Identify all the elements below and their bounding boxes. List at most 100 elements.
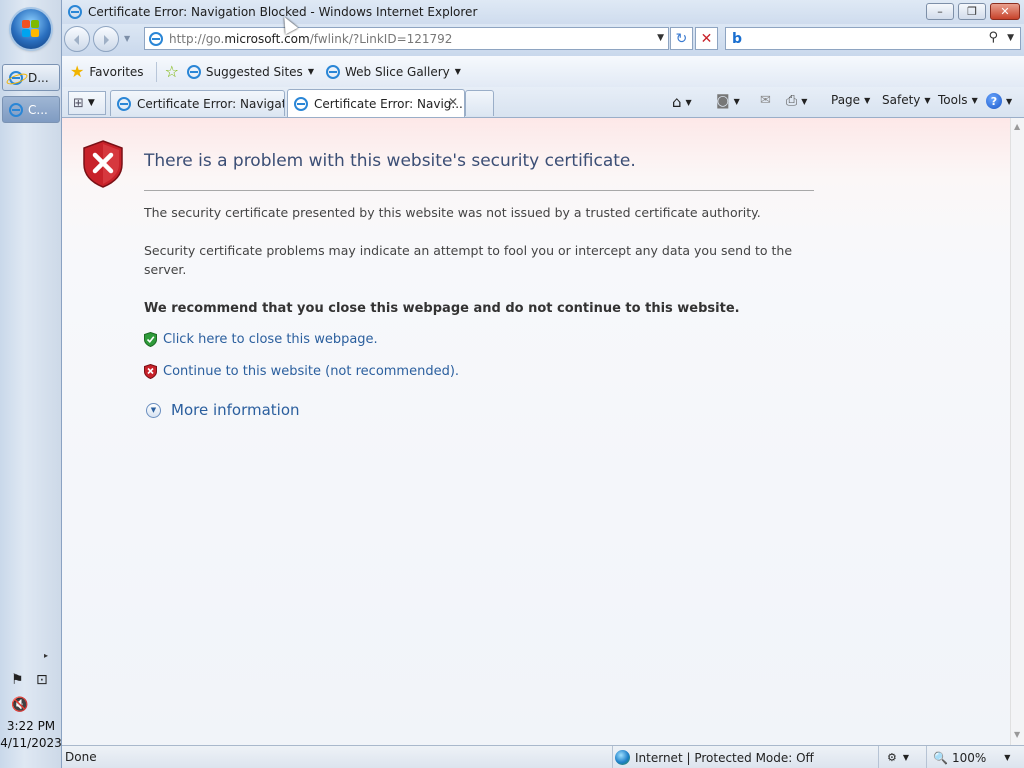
chevron-down-icon[interactable]: ▼ <box>801 97 807 106</box>
tab-label: Certificate Error: Navig... <box>314 96 463 111</box>
chevron-down-icon: ▼ <box>971 95 978 105</box>
ie-window: Certificate Error: Navigation Blocked - … <box>62 0 1024 768</box>
tools-menu-label: Tools <box>938 93 968 107</box>
divider <box>144 190 814 191</box>
security-zone-label: Internet | Protected Mode: Off <box>635 750 814 765</box>
back-button[interactable] <box>64 26 90 52</box>
page-menu[interactable]: Page ▼ <box>831 93 870 107</box>
tab-bar: ⊞ ▼ Certificate Error: Navigatio... Cert… <box>62 87 1024 118</box>
mail-icon: ✉ <box>760 93 771 108</box>
expand-chevron-icon: ▼ <box>146 402 161 418</box>
home-icon: ⌂ <box>672 93 682 111</box>
page-content: There is a problem with this website's s… <box>62 118 1010 745</box>
error-heading: There is a problem with this website's s… <box>144 151 636 171</box>
taskbar-button-2[interactable]: C... <box>2 96 60 123</box>
protected-mode-tools[interactable]: ⚙ ▼ <box>878 746 909 768</box>
safety-menu-label: Safety <box>882 93 921 107</box>
recent-pages-dropdown[interactable]: ▼ <box>124 34 130 43</box>
search-box[interactable]: b ⚲ ▼ <box>725 27 1021 50</box>
taskbar-button-1[interactable]: D... <box>2 64 60 91</box>
taskbar-button-label: C... <box>28 102 48 117</box>
continue-to-website-link[interactable]: Continue to this website (not recommende… <box>144 364 459 379</box>
favorites-star-icon: ★ <box>70 61 85 81</box>
volume-muted-icon[interactable]: 🔇 <box>11 697 28 713</box>
suggested-sites-label: Suggested Sites <box>205 64 303 79</box>
chevron-down-icon: ▼ <box>307 67 314 76</box>
help-icon: ? <box>986 93 1002 109</box>
close-webpage-link-text[interactable]: Click here to close this webpage. <box>163 332 378 347</box>
ie-icon <box>9 102 23 117</box>
zoom-magnifier-icon: 🔍 <box>933 750 948 765</box>
chevron-down-icon[interactable]: ▼ <box>734 97 740 106</box>
close-tab-icon[interactable]: ✕ <box>448 95 458 109</box>
chevron-down-icon[interactable]: ▼ <box>686 98 692 107</box>
web-slice-gallery-label: Web Slice Gallery <box>344 64 450 79</box>
close-webpage-link[interactable]: Click here to close this webpage. <box>144 332 378 347</box>
continue-link-text[interactable]: Continue to this website (not recommende… <box>163 364 459 379</box>
ie-icon <box>68 5 82 19</box>
suggested-sites-button[interactable]: Suggested Sites ▼ <box>186 64 314 79</box>
more-information-label[interactable]: More information <box>171 401 300 419</box>
stop-button[interactable]: ✕ <box>695 27 718 50</box>
red-shield-x-icon <box>144 364 157 379</box>
chevron-down-icon[interactable]: ▼ <box>903 753 909 762</box>
home-button[interactable]: ⌂ ▼ <box>672 93 692 111</box>
add-to-favorites-bar-button[interactable]: ☆ <box>165 63 179 80</box>
forward-button[interactable] <box>93 26 119 52</box>
navigation-bar: ▼ http://go.microsoft.com/fwlink/?LinkID… <box>62 24 1024 56</box>
scroll-down-arrow-icon[interactable]: ▼ <box>1014 730 1020 739</box>
page-icon <box>149 31 163 46</box>
address-dropdown-icon[interactable]: ▼ <box>657 33 664 43</box>
refresh-button[interactable]: ↻ <box>670 27 693 50</box>
help-menu[interactable]: ? ▼ <box>986 93 1012 109</box>
more-information-toggle[interactable]: ▼ More information <box>146 401 300 419</box>
tray-expand-icon[interactable]: ▸ <box>44 651 48 660</box>
favorites-bar: ★ Favorites ☆ Suggested Sites ▼ Web Slic… <box>62 56 1024 87</box>
page-menu-label: Page <box>831 93 861 107</box>
feeds-button[interactable]: ◙ ▼ <box>716 93 740 109</box>
minimize-button[interactable]: – <box>926 3 954 20</box>
web-slice-gallery-button[interactable]: Web Slice Gallery ▼ <box>325 64 461 79</box>
favorites-button[interactable]: ★ Favorites <box>70 61 144 81</box>
clock-date[interactable]: 4/11/2023 <box>0 736 62 750</box>
address-bar[interactable]: http://go.microsoft.com/fwlink/?LinkID=1… <box>144 27 669 50</box>
address-url[interactable]: http://go.microsoft.com/fwlink/?LinkID=1… <box>169 32 452 46</box>
safety-menu[interactable]: Safety ▼ <box>882 93 931 107</box>
bing-icon: b <box>732 31 743 47</box>
ie-page-icon <box>325 64 340 79</box>
close-button[interactable]: ✕ <box>990 3 1020 20</box>
search-icon[interactable]: ⚲ <box>988 30 998 45</box>
search-options-dropdown-icon[interactable]: ▼ <box>1007 33 1014 43</box>
new-tab-button[interactable] <box>465 90 494 116</box>
vertical-scrollbar[interactable]: ▲ ▼ <box>1010 118 1024 745</box>
ie-globe-icon <box>9 70 23 85</box>
printer-icon: ⎙ <box>786 93 798 109</box>
chevron-down-icon[interactable]: ▼ <box>1004 753 1010 762</box>
restore-button[interactable]: ❐ <box>958 3 986 20</box>
action-center-flag-icon[interactable]: ⚑ <box>11 672 24 688</box>
title-bar[interactable]: Certificate Error: Navigation Blocked - … <box>62 0 1024 24</box>
recommendation-text: We recommend that you close this webpage… <box>144 301 740 316</box>
network-icon[interactable]: ⊡ <box>36 672 48 688</box>
print-button[interactable]: ⎙ ▼ <box>786 93 807 109</box>
clock-time[interactable]: 3:22 PM <box>0 719 62 733</box>
zoom-control[interactable]: 🔍 100% ▼ <box>926 746 1010 768</box>
tab-certificate-error-2[interactable]: Certificate Error: Navig... ✕ <box>287 89 465 117</box>
tab-certificate-error-1[interactable]: Certificate Error: Navigatio... <box>110 90 285 116</box>
ie-icon <box>117 96 131 111</box>
favorites-label: Favorites <box>89 64 144 79</box>
security-zone[interactable]: Internet | Protected Mode: Off <box>612 746 814 768</box>
scroll-up-arrow-icon[interactable]: ▲ <box>1014 122 1020 131</box>
tab-list-dropdown-icon[interactable]: ▼ <box>88 98 95 108</box>
ie-icon <box>294 96 308 111</box>
ie-page-icon <box>186 64 201 79</box>
green-shield-check-icon <box>144 332 157 347</box>
read-mail-button[interactable]: ✉ <box>760 93 771 108</box>
start-button[interactable] <box>11 9 51 49</box>
internet-globe-icon <box>615 750 630 765</box>
tools-menu[interactable]: Tools ▼ <box>938 93 978 107</box>
chevron-down-icon: ▼ <box>864 95 871 105</box>
quick-tabs-button[interactable]: ⊞ ▼ <box>68 91 106 115</box>
certificate-explanation: The security certificate presented by th… <box>144 205 761 220</box>
separator <box>155 61 157 82</box>
